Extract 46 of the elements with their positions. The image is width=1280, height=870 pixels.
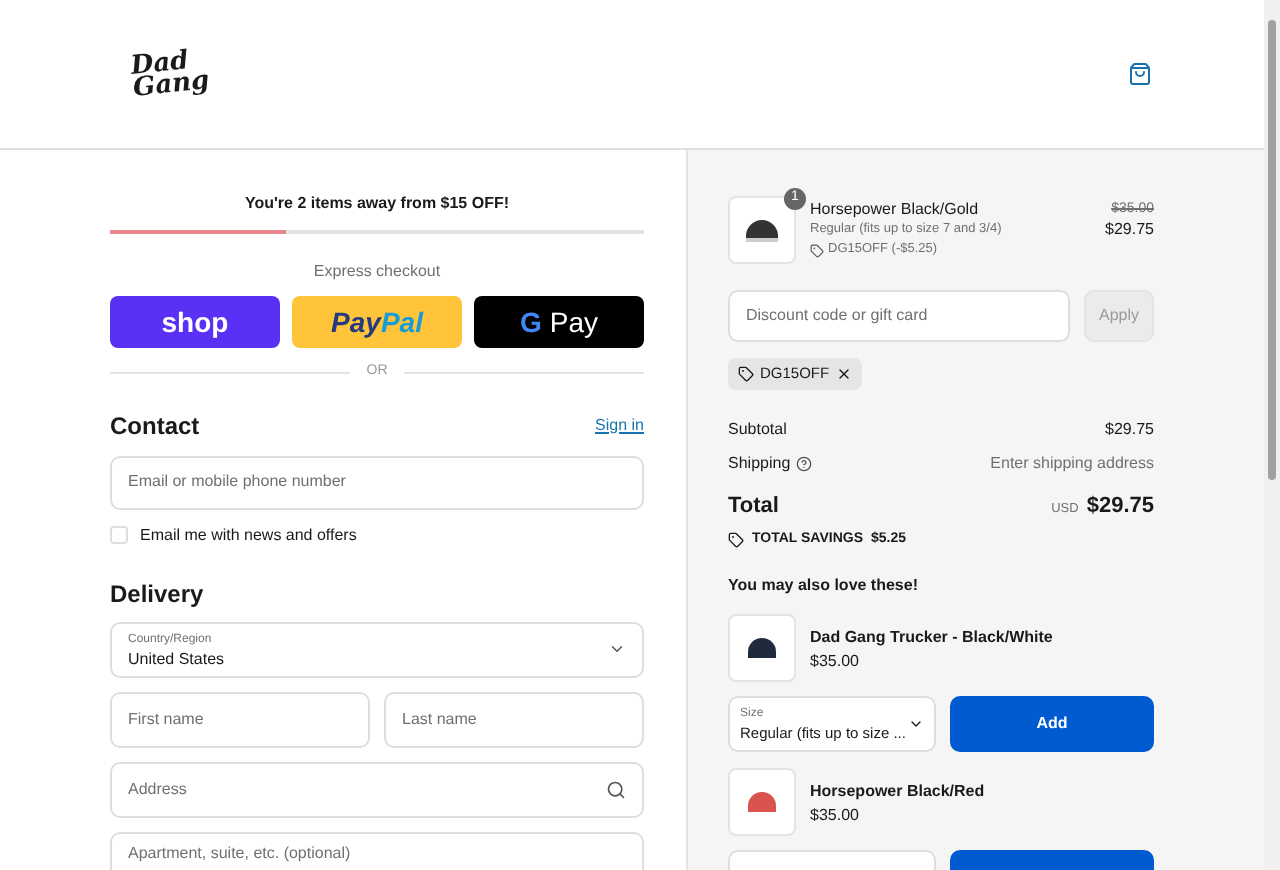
select-value: United States	[128, 649, 227, 667]
checkbox[interactable]	[110, 526, 128, 544]
total-label: Total	[728, 492, 779, 522]
product-name: Horsepower Black/Red	[810, 780, 985, 804]
paypal-button[interactable]: PayPal	[292, 296, 462, 348]
shop-pay-button[interactable]: shop	[110, 296, 280, 348]
input-field[interactable]: Last name	[384, 691, 644, 747]
checkbox-label: Email me with news and offers	[140, 523, 357, 547]
tag-icon	[738, 366, 754, 382]
section-title: Contact	[110, 409, 200, 443]
section-title: Delivery	[110, 577, 206, 611]
summary-label: Subtotal	[728, 417, 787, 441]
product-price: $35.00	[810, 804, 861, 828]
input-field[interactable]: Apartment, suite, etc. (optional)	[110, 831, 644, 870]
search-icon	[606, 779, 626, 799]
chevron-down-icon	[908, 716, 924, 732]
input-field[interactable]: First name	[110, 691, 370, 747]
add-button[interactable]: Add	[950, 696, 1154, 752]
product-name: Dad Gang Trucker - Black/White	[810, 626, 1053, 650]
total-amount: $29.75	[1086, 492, 1154, 522]
google-pay-button[interactable]: G Pay	[474, 296, 644, 348]
chevron-down-icon	[608, 640, 626, 658]
tag-icon	[810, 243, 824, 257]
product-price: $29.75	[1105, 220, 1154, 240]
cap-drawing	[748, 638, 776, 658]
remove-icon[interactable]	[835, 366, 852, 382]
address-field[interactable]: Address	[110, 761, 644, 817]
cap-drawing	[748, 792, 776, 812]
summary-value: Enter shipping address	[990, 451, 1154, 475]
summary-label: Shipping	[728, 451, 791, 475]
email-field[interactable]: Email or mobile phone number	[110, 455, 644, 509]
promo-message: You're 2 items away from $15 OFF!	[242, 192, 512, 216]
google-g-logo: G	[519, 303, 542, 341]
help-icon[interactable]	[796, 455, 813, 471]
sign-in-link[interactable]: Sign in	[595, 413, 644, 437]
logo[interactable]: Dad Gang	[129, 48, 211, 100]
scrollbar-thumb[interactable]	[1268, 20, 1276, 480]
product-price: $35.00	[810, 650, 861, 674]
scrollbar[interactable]	[1264, 0, 1280, 870]
tag-icon	[728, 531, 744, 548]
cap-drawing	[746, 219, 778, 241]
shopping-bag-icon[interactable]	[1128, 62, 1152, 86]
express-title: Express checkout	[311, 260, 443, 284]
summary-value: $29.75	[1105, 417, 1154, 441]
product-name: Horsepower Black/Gold	[810, 200, 981, 220]
upsell-title: You may also love these!	[728, 574, 920, 598]
